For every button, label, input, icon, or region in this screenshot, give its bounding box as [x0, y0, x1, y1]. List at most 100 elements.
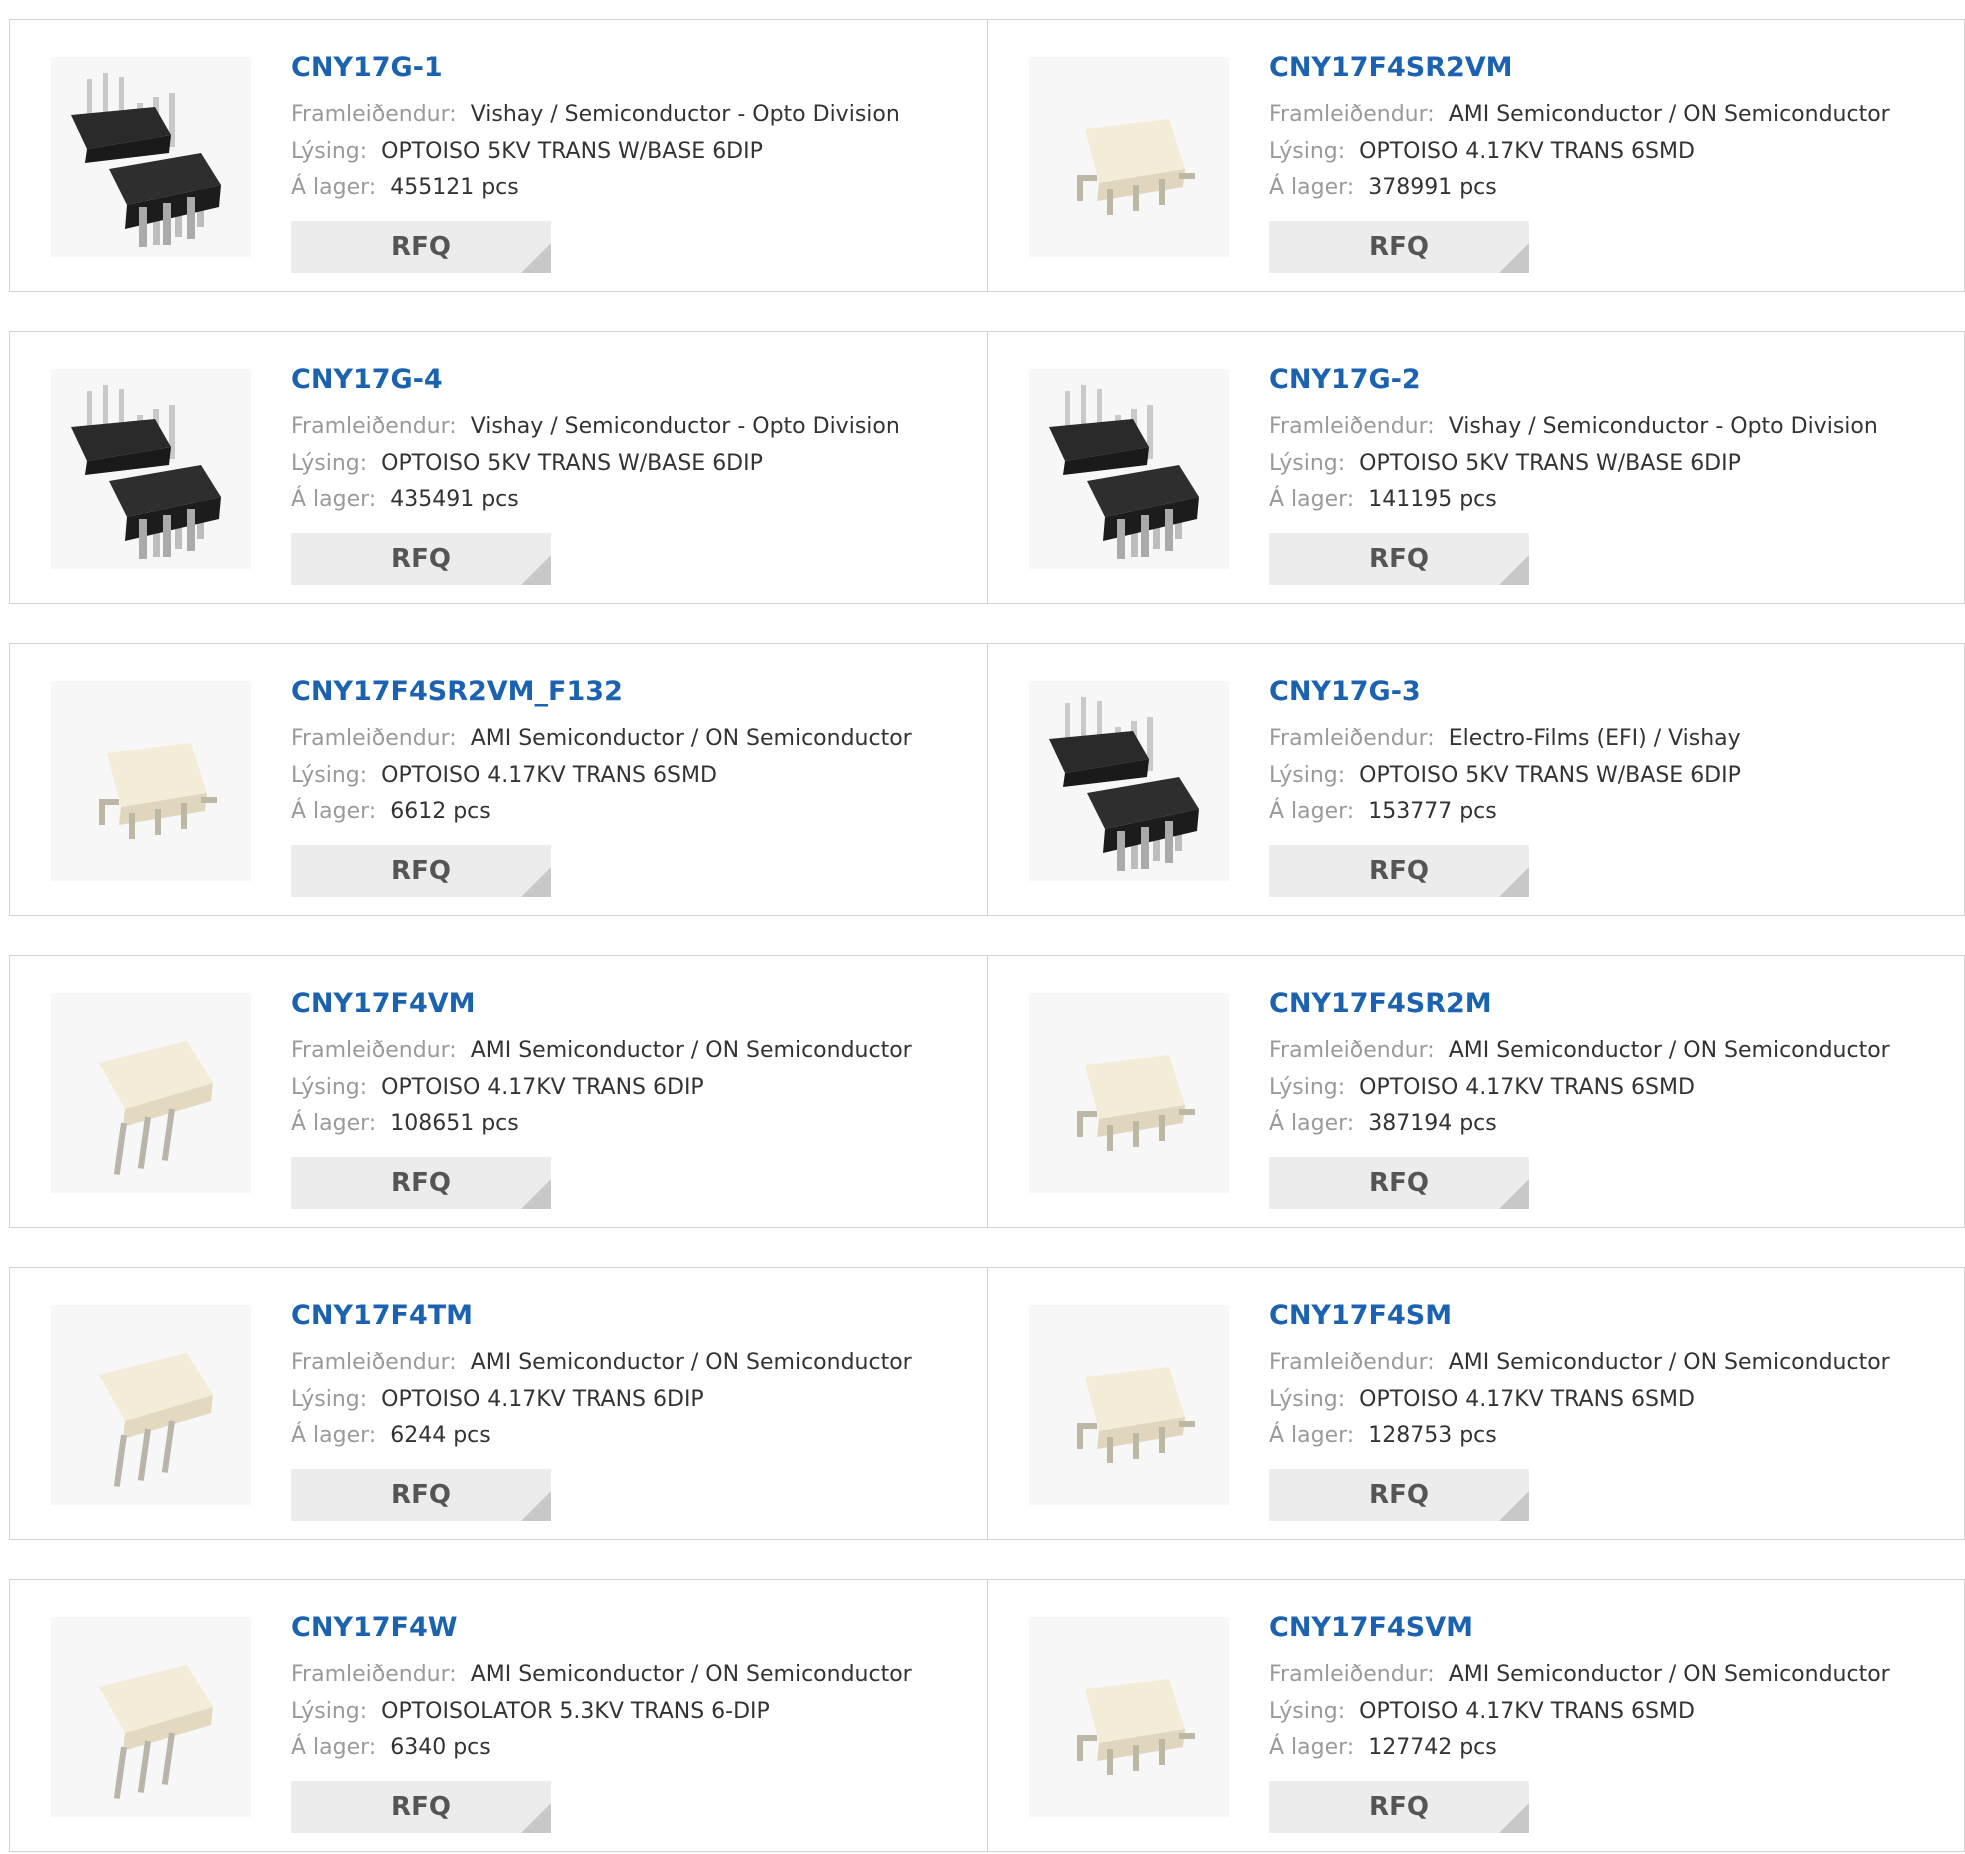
part-number-link[interactable]: CNY17F4SR2M [1269, 988, 1492, 1019]
manufacturer-value: AMI Semiconductor / ON Semiconductor [1448, 1662, 1890, 1687]
description-value: OPTOISO 4.17KV TRANS 6SMD [381, 763, 717, 788]
rfq-label: RFQ [1369, 1480, 1429, 1510]
rfq-button[interactable]: RFQ [1269, 1781, 1529, 1833]
product-card: CNY17F4TM Framleiðendur: AMI Semiconducto… [9, 1267, 989, 1540]
part-number-link[interactable]: CNY17F4SR2VM [1269, 52, 1513, 83]
description-label: Lýsing: [291, 1699, 368, 1724]
stock-label: Á lager: [1269, 487, 1355, 512]
black-dip-chip-icon [1029, 369, 1229, 569]
rfq-button[interactable]: RFQ [1269, 221, 1529, 273]
stock-value: 6244 pcs [390, 1423, 491, 1448]
manufacturer-label: Framleiðendur: [1269, 1038, 1435, 1063]
product-row: CNY17G-4 Framleiðendur: Vishay / Semicond… [9, 331, 1965, 606]
product-card: CNY17F4SR2M Framleiðendur: AMI Semiconduc… [987, 955, 1965, 1228]
corner-decoration [521, 867, 551, 897]
part-number-link[interactable]: CNY17F4SR2VM_F132 [291, 676, 623, 707]
product-row: CNY17G-1 Framleiðendur: Vishay / Semicond… [9, 19, 1965, 294]
part-number-link[interactable]: CNY17G-4 [291, 364, 443, 395]
description-value: OPTOISO 5KV TRANS W/BASE 6DIP [381, 451, 763, 476]
rfq-label: RFQ [391, 1480, 451, 1510]
white-dip-chip-icon [51, 1617, 251, 1817]
product-image[interactable] [51, 681, 251, 881]
product-image[interactable] [51, 369, 251, 569]
stock-value: 141195 pcs [1368, 487, 1497, 512]
manufacturer-label: Framleiðendur: [291, 1038, 457, 1063]
rfq-label: RFQ [391, 1792, 451, 1822]
product-image[interactable] [51, 1305, 251, 1505]
rfq-button[interactable]: RFQ [1269, 1157, 1529, 1209]
description-value: OPTOISO 4.17KV TRANS 6DIP [381, 1075, 704, 1100]
description-label: Lýsing: [291, 763, 368, 788]
product-card: CNY17G-2 Framleiðendur: Vishay / Semicond… [987, 331, 1965, 604]
manufacturer-value: Vishay / Semiconductor - Opto Division [1448, 414, 1878, 439]
product-image[interactable] [1029, 993, 1229, 1193]
product-image[interactable] [1029, 57, 1229, 257]
manufacturer-label: Framleiðendur: [1269, 102, 1435, 127]
product-image[interactable] [1029, 1305, 1229, 1505]
description-label: Lýsing: [291, 451, 368, 476]
part-number-link[interactable]: CNY17G-1 [291, 52, 443, 83]
rfq-button[interactable]: RFQ [291, 533, 551, 585]
stock-value: 435491 pcs [390, 487, 519, 512]
manufacturer-label: Framleiðendur: [1269, 1662, 1435, 1687]
description-label: Lýsing: [1269, 139, 1346, 164]
stock-label: Á lager: [1269, 799, 1355, 824]
part-number-link[interactable]: CNY17G-3 [1269, 676, 1421, 707]
product-row: CNY17F4W Framleiðendur: AMI Semiconductor… [9, 1579, 1965, 1854]
rfq-button[interactable]: RFQ [291, 1781, 551, 1833]
stock-value: 128753 pcs [1368, 1423, 1497, 1448]
stock-label: Á lager: [291, 1735, 377, 1760]
description-label: Lýsing: [1269, 1075, 1346, 1100]
stock-label: Á lager: [1269, 1111, 1355, 1136]
manufacturer-label: Framleiðendur: [291, 1350, 457, 1375]
corner-decoration [1499, 867, 1529, 897]
product-image[interactable] [51, 1617, 251, 1817]
manufacturer-value: Vishay / Semiconductor - Opto Division [470, 102, 900, 127]
part-number-link[interactable]: CNY17F4SVM [1269, 1612, 1473, 1643]
product-image[interactable] [51, 57, 251, 257]
stock-label: Á lager: [1269, 1735, 1355, 1760]
part-number-link[interactable]: CNY17F4TM [291, 1300, 473, 1331]
description-value: OPTOISOLATOR 5.3KV TRANS 6-DIP [381, 1699, 770, 1724]
description-value: OPTOISO 5KV TRANS W/BASE 6DIP [381, 139, 763, 164]
manufacturer-value: Electro-Films (EFI) / Vishay [1448, 726, 1741, 751]
product-card: CNY17F4W Framleiðendur: AMI Semiconductor… [9, 1579, 989, 1852]
stock-label: Á lager: [291, 175, 377, 200]
product-image[interactable] [1029, 369, 1229, 569]
corner-decoration [1499, 1179, 1529, 1209]
part-number-link[interactable]: CNY17F4SM [1269, 1300, 1452, 1331]
stock-label: Á lager: [291, 799, 377, 824]
product-card: CNY17F4SR2VM_F132 Framleiðendur: AMI Semi… [9, 643, 989, 916]
product-row: CNY17F4SR2VM_F132 Framleiðendur: AMI Semi… [9, 643, 1965, 918]
product-image[interactable] [1029, 681, 1229, 881]
stock-label: Á lager: [291, 1423, 377, 1448]
stock-label: Á lager: [291, 487, 377, 512]
manufacturer-label: Framleiðendur: [1269, 726, 1435, 751]
manufacturer-value: Vishay / Semiconductor - Opto Division [470, 414, 900, 439]
rfq-button[interactable]: RFQ [1269, 1469, 1529, 1521]
product-card: CNY17F4SVM Framleiðendur: AMI Semiconduct… [987, 1579, 1965, 1852]
rfq-button[interactable]: RFQ [291, 1157, 551, 1209]
rfq-button[interactable]: RFQ [1269, 845, 1529, 897]
rfq-button[interactable]: RFQ [291, 221, 551, 273]
part-number-link[interactable]: CNY17F4VM [291, 988, 476, 1019]
rfq-button[interactable]: RFQ [291, 845, 551, 897]
description-label: Lýsing: [291, 139, 368, 164]
corner-decoration [1499, 243, 1529, 273]
rfq-button[interactable]: RFQ [291, 1469, 551, 1521]
white-smd-chip-icon [51, 681, 251, 881]
part-number-link[interactable]: CNY17F4W [291, 1612, 458, 1643]
description-value: OPTOISO 4.17KV TRANS 6SMD [1359, 139, 1695, 164]
corner-decoration [1499, 1803, 1529, 1833]
stock-value: 153777 pcs [1368, 799, 1497, 824]
stock-value: 378991 pcs [1368, 175, 1497, 200]
rfq-button[interactable]: RFQ [1269, 533, 1529, 585]
part-number-link[interactable]: CNY17G-2 [1269, 364, 1421, 395]
product-image[interactable] [51, 993, 251, 1193]
product-image[interactable] [1029, 1617, 1229, 1817]
description-label: Lýsing: [291, 1387, 368, 1412]
white-smd-chip-icon [1029, 57, 1229, 257]
rfq-label: RFQ [391, 544, 451, 574]
product-card: CNY17G-4 Framleiðendur: Vishay / Semicond… [9, 331, 989, 604]
corner-decoration [521, 1491, 551, 1521]
